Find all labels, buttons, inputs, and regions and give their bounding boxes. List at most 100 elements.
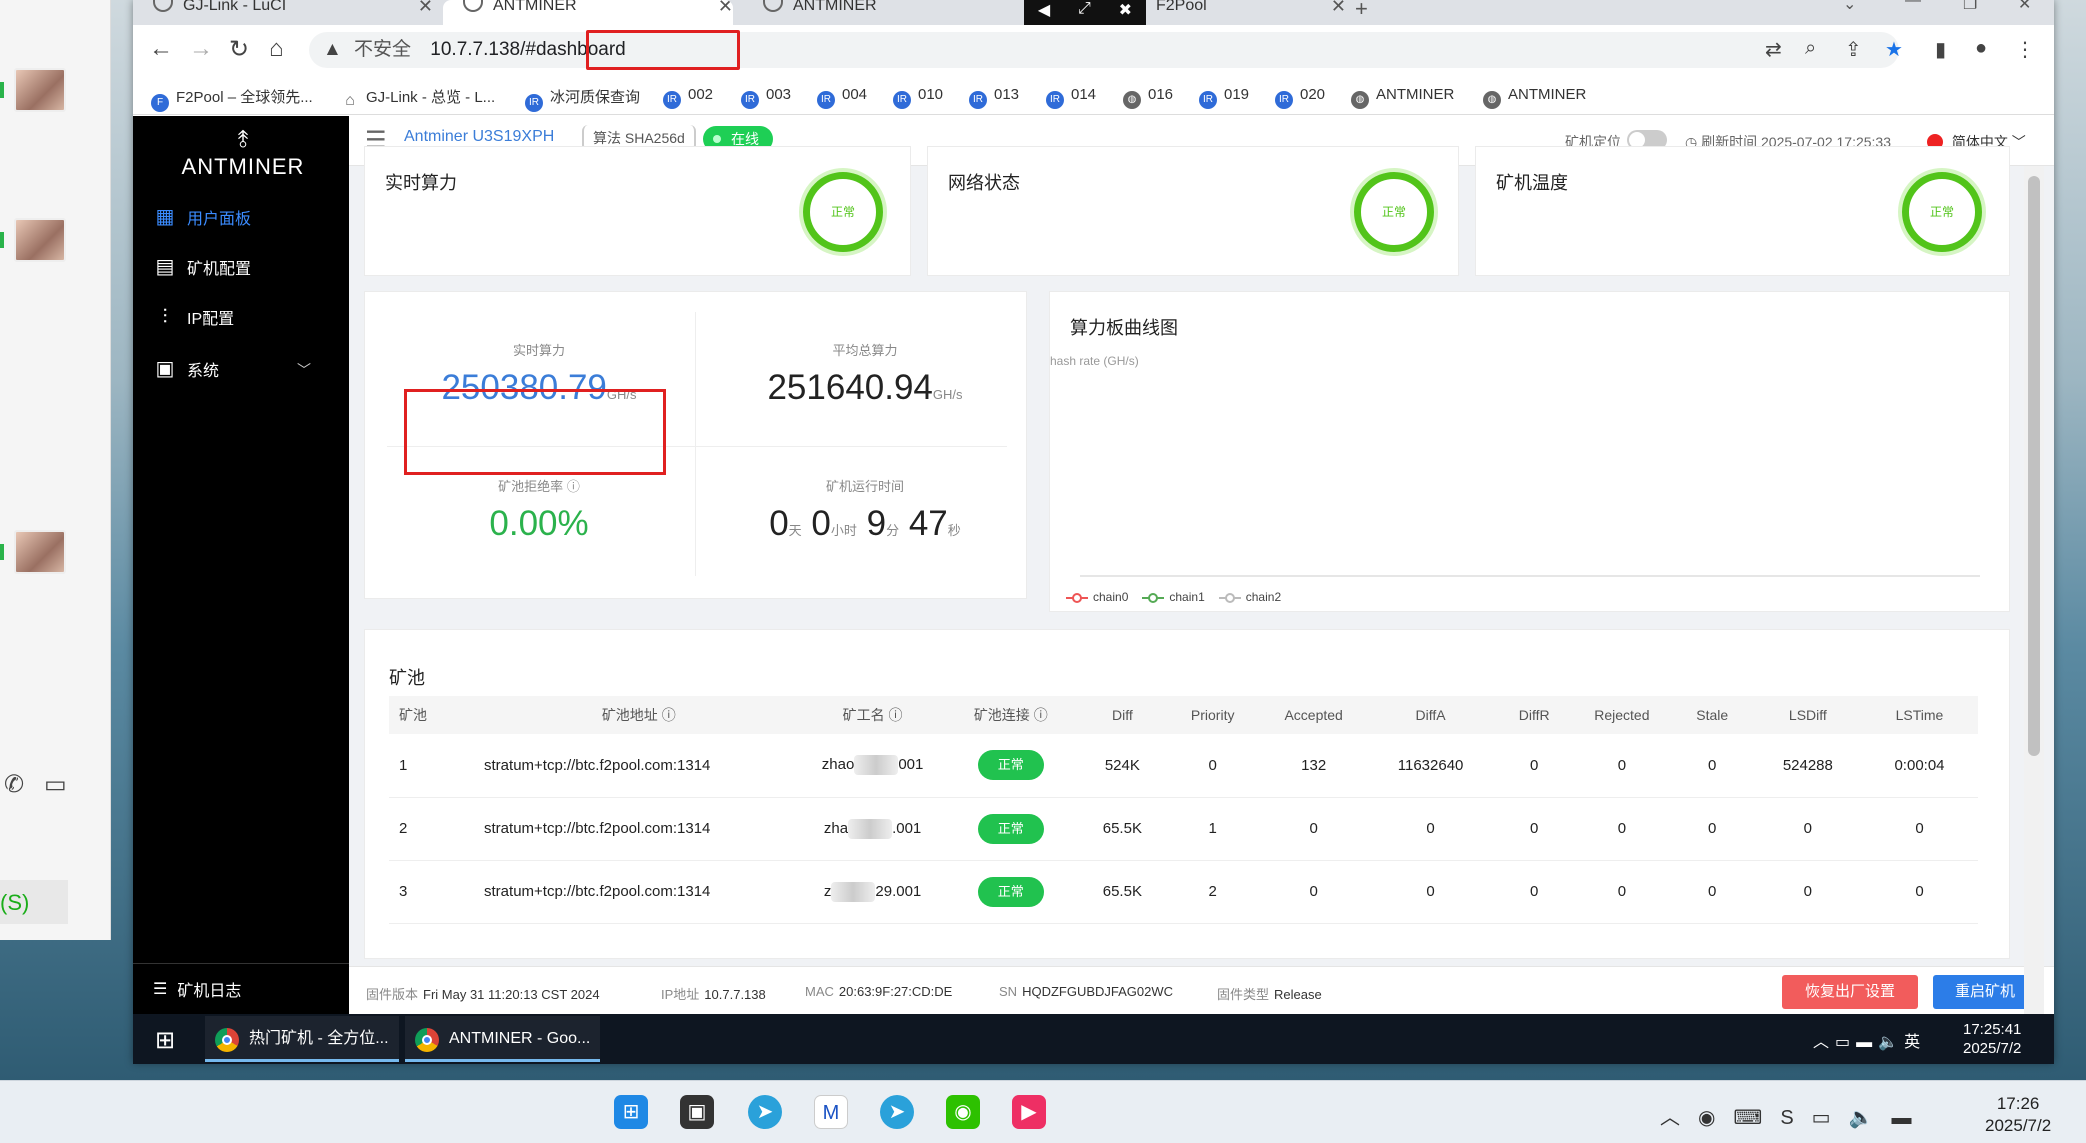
legend-item[interactable]: chain0 [1066, 590, 1128, 604]
sidebar-item-system[interactable]: ▣ 系统 ﹀ [153, 356, 329, 381]
volume-icon[interactable]: 🔈 [1878, 1034, 1904, 1051]
globe-icon [463, 0, 483, 12]
tab-f2pool[interactable]: F2Pool ✕ [1146, 0, 1346, 25]
bookmark-star-icon[interactable]: ★ [1885, 37, 1903, 62]
sidebar-item-miner-config[interactable]: ▤ 矿机配置 [153, 254, 251, 279]
media-player-icon[interactable]: ▶ [1012, 1095, 1046, 1129]
bookmark-item[interactable]: ◍ ANTMINER [1351, 86, 1454, 109]
status-card-network: 网络状态 正常 [927, 146, 1459, 276]
close-tab-icon[interactable]: ✕ [418, 0, 433, 15]
profile-icon[interactable]: ● [1975, 37, 1987, 60]
task-view-icon[interactable]: ▣ [680, 1095, 714, 1129]
keyboard-icon[interactable]: ⌨ [1733, 1107, 1780, 1129]
bookmark-item[interactable]: IR 020 [1275, 86, 1325, 109]
legend-swatch [1218, 592, 1241, 603]
volume-icon[interactable]: 🔈 [1849, 1107, 1892, 1129]
network-icon[interactable]: ▭ [1812, 1107, 1849, 1129]
sidebar-item-miner-log[interactable]: ☰ 矿机日志 [133, 963, 349, 1014]
bookmark-item[interactable]: IR 013 [969, 86, 1019, 109]
reboot-button[interactable]: 重启矿机 [1933, 975, 2037, 1009]
reject-rate-label: 矿池拒绝率 ⓘ [498, 479, 580, 494]
bookmark-item[interactable]: IR 003 [741, 86, 791, 109]
tab-gj-link[interactable]: GJ-Link - LuCI ✕ [133, 0, 433, 25]
legend-item[interactable]: chain1 [1142, 590, 1205, 604]
app-icon[interactable]: M [814, 1095, 848, 1129]
remote-clock[interactable]: 17:25:41 2025/7/2 [1963, 1020, 2021, 1058]
back-icon[interactable]: ← [149, 35, 173, 63]
remote-control-bar: ◀ ⤢ ✖ [1024, 0, 1146, 25]
sidebar-item-ip-config[interactable]: ⫶ IP配置 [153, 305, 235, 329]
bookmark-item[interactable]: ◍ ANTMINER [1483, 86, 1586, 109]
info-icon[interactable]: ⓘ [1034, 707, 1048, 723]
url-field[interactable]: ▲ 不安全 10.7.7.138/#dashboard [309, 30, 1899, 70]
maximize-icon[interactable]: ❐ [1963, 0, 1977, 14]
translate-icon[interactable]: ⇄ [1765, 37, 1782, 62]
send-icon[interactable]: ◀ [1038, 0, 1050, 20]
telegram-icon[interactable]: ➤ [748, 1095, 782, 1129]
windows-start-icon[interactable]: ⊞ [614, 1095, 648, 1129]
bookmark-item[interactable]: IR 004 [817, 86, 867, 109]
network-icon[interactable]: ▭ [1835, 1034, 1856, 1051]
info-icon[interactable]: ⓘ [567, 479, 580, 494]
bookmark-item[interactable]: IR 014 [1046, 86, 1096, 109]
bookmark-item[interactable]: IR 019 [1199, 86, 1249, 109]
chat-avatar[interactable] [14, 218, 66, 262]
remote-system-tray: ︿▭▬🔈英 [1813, 1028, 1926, 1052]
home-icon[interactable]: ⌂ [269, 35, 284, 63]
ime-indicator[interactable]: 英 [1904, 1034, 1926, 1051]
close-window-icon[interactable]: ✕ [2018, 0, 2031, 14]
minimize-icon[interactable]: — [1905, 0, 1921, 10]
windows-start-icon[interactable]: ⊞ [155, 1026, 175, 1055]
router-icon: ⌂ [345, 92, 355, 109]
fullscreen-icon[interactable]: ⤢ [1078, 0, 1091, 18]
share-icon[interactable]: ⇪ [1845, 37, 1862, 62]
chart-card: 算力板曲线图 hash rate (GH/s) chain0 chain1 chai… [1049, 291, 2010, 612]
tab-antminer-active[interactable]: ANTMINER ✕ [443, 0, 733, 25]
tab-search-icon[interactable]: ⌄ [1843, 0, 1856, 14]
close-tab-icon[interactable]: ✕ [1331, 0, 1346, 15]
menu-icon[interactable]: ⋮ [2015, 37, 2035, 62]
chat-avatar[interactable] [14, 68, 66, 112]
phone-icon[interactable]: ✆ [4, 770, 24, 799]
bookmark-item[interactable]: ◍ 016 [1123, 86, 1173, 109]
forward-icon[interactable]: → [189, 35, 213, 63]
video-call-icon[interactable]: ▭ [44, 770, 67, 799]
tab-antminer[interactable]: ANTMINER [743, 0, 1023, 25]
bookmark-item[interactable]: IR 010 [893, 86, 943, 109]
wechat-s-label: (S) [0, 880, 68, 924]
cell-diffr: 0 [1494, 860, 1575, 924]
info-icon[interactable]: ⓘ [889, 707, 903, 723]
page-scrollbar[interactable] [2024, 166, 2044, 1064]
telegram-icon[interactable]: ➤ [880, 1095, 914, 1129]
battery-icon[interactable]: ▬ [1891, 1107, 1929, 1129]
close-remote-icon[interactable]: ✖ [1119, 0, 1132, 20]
ir-icon: IR [969, 91, 987, 109]
sidebar-item-dashboard[interactable]: ▦ 用户面板 [153, 204, 251, 229]
chevron-up-icon[interactable]: ︿ [1660, 1107, 1698, 1129]
legend-item[interactable]: chain2 [1218, 590, 1281, 604]
close-tab-icon[interactable]: ✕ [718, 0, 733, 15]
host-clock[interactable]: 17:26 2025/7/2 [1985, 1093, 2051, 1137]
new-tab-icon[interactable]: + [1355, 0, 1368, 22]
bookmark-item[interactable]: F F2Pool – 全球领先... [151, 86, 313, 112]
bookmark-item[interactable]: ⌂ GJ-Link - 总览 - L... [341, 86, 495, 110]
cell-diff: 65.5K [1079, 860, 1165, 924]
redacted-blur [848, 818, 893, 839]
bookmark-item[interactable]: IR 冰河质保查询 [525, 86, 640, 112]
chat-avatar[interactable] [14, 530, 66, 574]
chevron-up-icon[interactable]: ︿ [1813, 1034, 1835, 1051]
scrollbar-thumb[interactable] [2028, 176, 2040, 756]
bookmark-item[interactable]: IR 002 [663, 86, 713, 109]
taskbar-app-chrome-1[interactable]: 热门矿机 - 全方位... [205, 1016, 399, 1062]
info-icon[interactable]: ⓘ [662, 707, 676, 723]
factory-reset-button[interactable]: 恢复出厂设置 [1782, 975, 1918, 1009]
wechat-tray-icon[interactable]: ◉ [1698, 1107, 1733, 1129]
reload-icon[interactable]: ↻ [229, 35, 249, 64]
antivirus-icon[interactable]: S [1780, 1107, 1811, 1129]
cell-lstime: 0:00:04 [1860, 734, 1978, 798]
wechat-icon[interactable]: ◉ [946, 1095, 980, 1129]
zoom-icon[interactable]: ⌕ [1805, 37, 1816, 60]
battery-icon[interactable]: ▬ [1856, 1034, 1878, 1051]
side-panel-icon[interactable]: ▮ [1935, 37, 1946, 62]
taskbar-app-chrome-2[interactable]: ANTMINER - Goo... [405, 1016, 601, 1062]
